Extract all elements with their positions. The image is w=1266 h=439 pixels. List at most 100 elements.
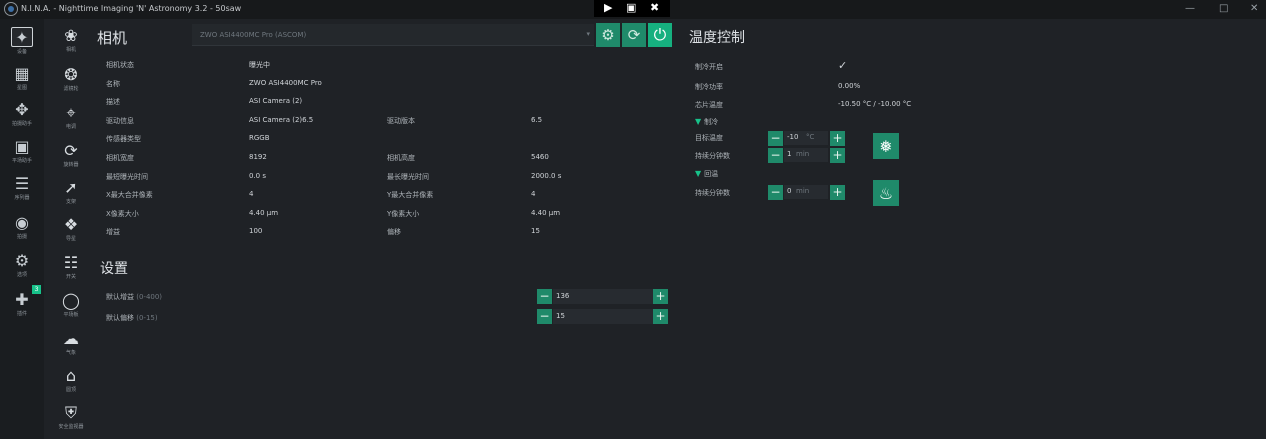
cooling-section-header[interactable]: ▼ 制冷	[695, 117, 718, 127]
nav-item-sequencer[interactable]: ☰ 序列器	[3, 173, 41, 202]
target-temp-input[interactable]: -10 °C	[784, 131, 828, 145]
input-value: 0	[787, 187, 792, 195]
triangle-down-icon: ▼	[695, 169, 702, 178]
plugin-update-badge: 3	[32, 285, 41, 294]
sub-item-rotator[interactable]: ⟳ 旋转器	[53, 140, 89, 168]
sub-item-label: 滤镜轮	[63, 86, 79, 92]
info-row: 相机状态 曝光中	[97, 57, 657, 76]
info-value: 15	[531, 227, 540, 235]
nav-item-framing[interactable]: ✥ 拍摄助手	[3, 99, 41, 128]
decrement-target-temp-button[interactable]: −	[768, 131, 783, 146]
chevron-down-icon: ▾	[586, 30, 590, 38]
cooling-duration-row: 持续分钟数 − 1 min +	[695, 148, 875, 164]
info-value: ZWO ASI4400MC Pro	[249, 79, 322, 87]
gears-icon: ⚙	[601, 26, 615, 44]
chip-temperature-row: 芯片温度 -10.50 °C / -10.00 °C	[695, 97, 995, 115]
nav-item-label: 设备	[16, 49, 27, 55]
sub-item-flat-device[interactable]: ◯ 平场板	[53, 290, 89, 318]
info-label: Y像素大小	[387, 210, 420, 218]
default-offset-input[interactable]: 15	[553, 309, 653, 324]
warming-duration-input[interactable]: 0 min	[784, 185, 828, 199]
sub-item-label: 相机	[65, 47, 76, 53]
sub-item-label: 导星	[65, 236, 76, 242]
check-circle-icon: ✓	[838, 59, 848, 72]
increment-gain-button[interactable]: +	[653, 289, 668, 304]
decrement-warming-duration-button[interactable]: −	[768, 185, 783, 200]
telescope-frame-icon: ✦	[11, 27, 33, 47]
temperature-control-title: 温度控制	[689, 30, 745, 46]
warming-duration-row: 持续分钟数 − 0 min +	[695, 185, 875, 201]
temp-label: 制冷功率	[695, 83, 723, 91]
increment-offset-button[interactable]: +	[653, 309, 668, 324]
info-value: 8192	[249, 153, 267, 161]
increment-warming-duration-button[interactable]: +	[830, 185, 845, 200]
device-selector[interactable]: ZWO ASI4400MC Pro (ASCOM) ▾	[192, 24, 594, 46]
cooling-duration-input[interactable]: 1 min	[784, 148, 828, 162]
sub-item-switch[interactable]: ☷ 开关	[53, 252, 89, 280]
equipment-navigation: ❀ 相机 ❂ 滤镜轮 ⌖ 电调 ⟳ 旋转器 ➚ 支架 ❖ 导星 ☷ 开关 ◯ 平…	[53, 19, 89, 439]
dome-icon: ⌂	[65, 366, 77, 385]
decrement-cooling-duration-button[interactable]: −	[768, 148, 783, 163]
increment-cooling-duration-button[interactable]: +	[830, 148, 845, 163]
gears-icon: ⚙	[14, 250, 30, 270]
page-title: 相机	[97, 29, 128, 47]
nav-item-options[interactable]: ⚙ 选项	[3, 250, 41, 279]
display-icon[interactable]: ▣	[626, 1, 636, 14]
input-value: -10	[787, 133, 799, 141]
info-label: Y最大合并像素	[387, 191, 434, 199]
increment-target-temp-button[interactable]: +	[830, 131, 845, 146]
warming-duration-label: 持续分钟数	[695, 189, 730, 197]
send-icon[interactable]: ▶	[604, 1, 612, 14]
info-label: 增益	[106, 228, 120, 236]
window-title: N.I.N.A. - Nighttime Imaging 'N' Astrono…	[21, 4, 242, 13]
info-label: 最短曝光时间	[106, 173, 148, 181]
input-unit: min	[796, 187, 810, 195]
start-warming-button[interactable]: ♨	[873, 180, 899, 206]
warming-section-header[interactable]: ▼ 回温	[695, 169, 718, 179]
switch-sliders-icon: ☷	[63, 253, 79, 272]
shield-icon: ⛨	[64, 402, 77, 422]
nav-item-plugins[interactable]: ✚ 3 插件	[3, 285, 41, 317]
disconnect-button[interactable]: ⏻	[648, 23, 672, 47]
start-cooling-button[interactable]: ❅	[873, 133, 899, 159]
cooler-power-row: 制冷功率 0.00%	[695, 79, 995, 97]
triangle-down-icon: ▼	[695, 117, 702, 126]
main-navigation: ✦ 设备 ▦ 星图 ✥ 拍摄助手 ▣ 平场助手 ☰ 序列器 ◉ 拍摄 ⚙ 选项 …	[0, 19, 44, 439]
decrement-gain-button[interactable]: −	[537, 289, 552, 304]
nav-item-equipment[interactable]: ✦ 设备	[3, 27, 41, 55]
nav-item-flat-wizard[interactable]: ▣ 平场助手	[3, 136, 41, 165]
info-label: 最长曝光时间	[387, 173, 429, 181]
setting-label-text: 默认偏移	[106, 314, 134, 322]
rescan-devices-button[interactable]: ⟳	[622, 23, 646, 47]
close-icon[interactable]: ✖	[650, 1, 659, 14]
default-gain-input[interactable]: 136	[553, 289, 653, 304]
maximize-icon[interactable]: □	[1219, 3, 1228, 14]
sub-item-weather[interactable]: ☁ 气象	[53, 328, 89, 356]
setting-range: (0-15)	[136, 314, 158, 322]
cooling-header-text: 制冷	[704, 118, 719, 126]
nav-item-imaging[interactable]: ◉ 拍摄	[3, 212, 41, 241]
nav-item-skyatlas[interactable]: ▦ 星图	[3, 63, 41, 92]
info-label: 相机宽度	[106, 154, 134, 162]
sub-item-mount[interactable]: ➚ 支架	[53, 177, 89, 205]
cooling-duration-label: 持续分钟数	[695, 152, 730, 160]
sub-item-dome[interactable]: ⌂ 圆顶	[53, 365, 89, 393]
window-close-icon[interactable]: ✕	[1250, 3, 1258, 14]
sub-item-filter-wheel[interactable]: ❂ 滤镜轮	[53, 64, 89, 92]
sub-item-focuser[interactable]: ⌖ 电调	[53, 102, 89, 131]
info-value: ASI Camera (2)6.5	[249, 116, 314, 124]
settings-section-title: 设置	[100, 261, 128, 277]
minimize-icon[interactable]: —	[1185, 3, 1195, 14]
info-value: 0.0 s	[249, 172, 267, 180]
sub-item-camera[interactable]: ❀ 相机	[53, 25, 89, 53]
sub-item-label: 圆顶	[65, 387, 76, 393]
sub-item-guider[interactable]: ❖ 导星	[53, 214, 89, 242]
sub-item-safety-monitor[interactable]: ⛨ 安全监视器	[53, 402, 89, 431]
power-icon: ⏻	[653, 25, 667, 44]
warming-header-text: 回温	[704, 170, 719, 178]
decrement-offset-button[interactable]: −	[537, 309, 552, 324]
sub-item-label: 开关	[65, 274, 76, 280]
input-value: 136	[556, 292, 570, 300]
info-value: 5460	[531, 153, 549, 161]
device-settings-button[interactable]: ⚙	[596, 23, 620, 47]
